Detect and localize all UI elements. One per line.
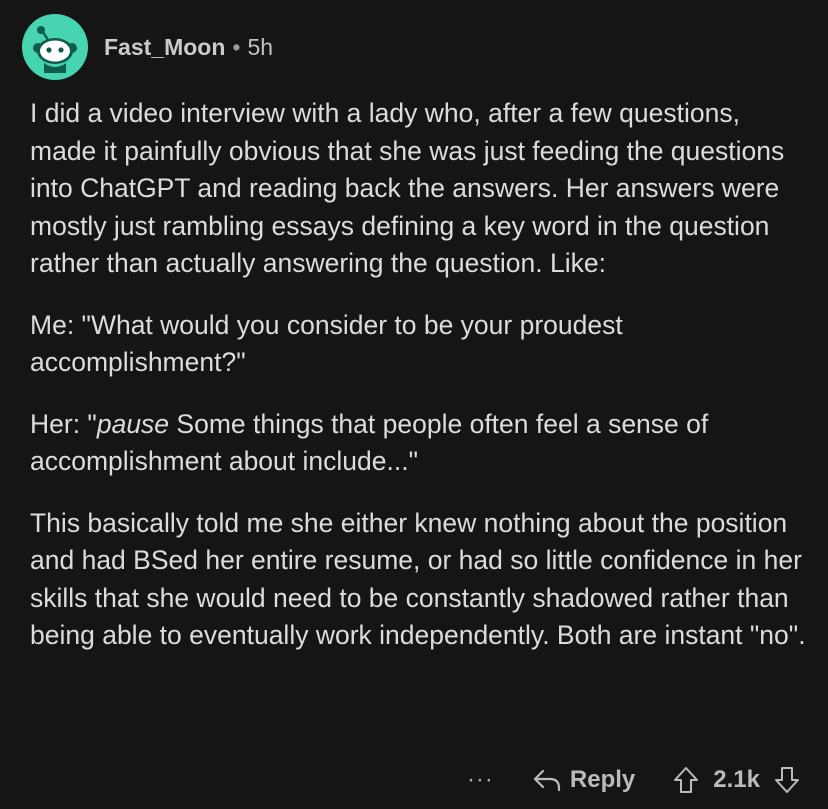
reply-button[interactable]: Reply xyxy=(532,766,635,794)
comment-body: I did a video interview with a lady who,… xyxy=(30,95,810,679)
reddit-snoo-icon xyxy=(33,26,77,73)
downvote-arrow-icon[interactable] xyxy=(774,766,800,794)
author-name[interactable]: Fast_Moon xyxy=(104,34,225,61)
comment-paragraph: I did a video interview with a lady who,… xyxy=(30,98,785,278)
comment-paragraph: Me: "What would you consider to be your … xyxy=(30,309,623,378)
reply-label: Reply xyxy=(569,766,636,793)
meta-separator: • xyxy=(232,33,241,60)
vote-controls: 2.1k xyxy=(673,766,800,794)
comment-actions: ··· Reply 2.1k xyxy=(467,760,800,800)
comment-paragraph: Her: "pause Some things that people ofte… xyxy=(30,406,810,481)
vote-score: 2.1k xyxy=(713,766,760,793)
timestamp: 5h xyxy=(247,33,274,60)
comment-meta: Fast_Moon • 5h xyxy=(104,34,273,61)
comment-header: Fast_Moon • 5h xyxy=(22,14,273,80)
comment: Fast_Moon • 5h I did a video interview w… xyxy=(0,0,828,809)
quote-italic: pause xyxy=(96,408,170,439)
more-options-button[interactable]: ··· xyxy=(467,766,494,794)
avatar[interactable] xyxy=(22,14,88,80)
upvote-arrow-icon[interactable] xyxy=(673,766,699,794)
comment-paragraph: This basically told me she either knew n… xyxy=(30,507,806,651)
quote-prefix: Her: " xyxy=(30,408,97,439)
reply-arrow-icon xyxy=(533,769,561,792)
